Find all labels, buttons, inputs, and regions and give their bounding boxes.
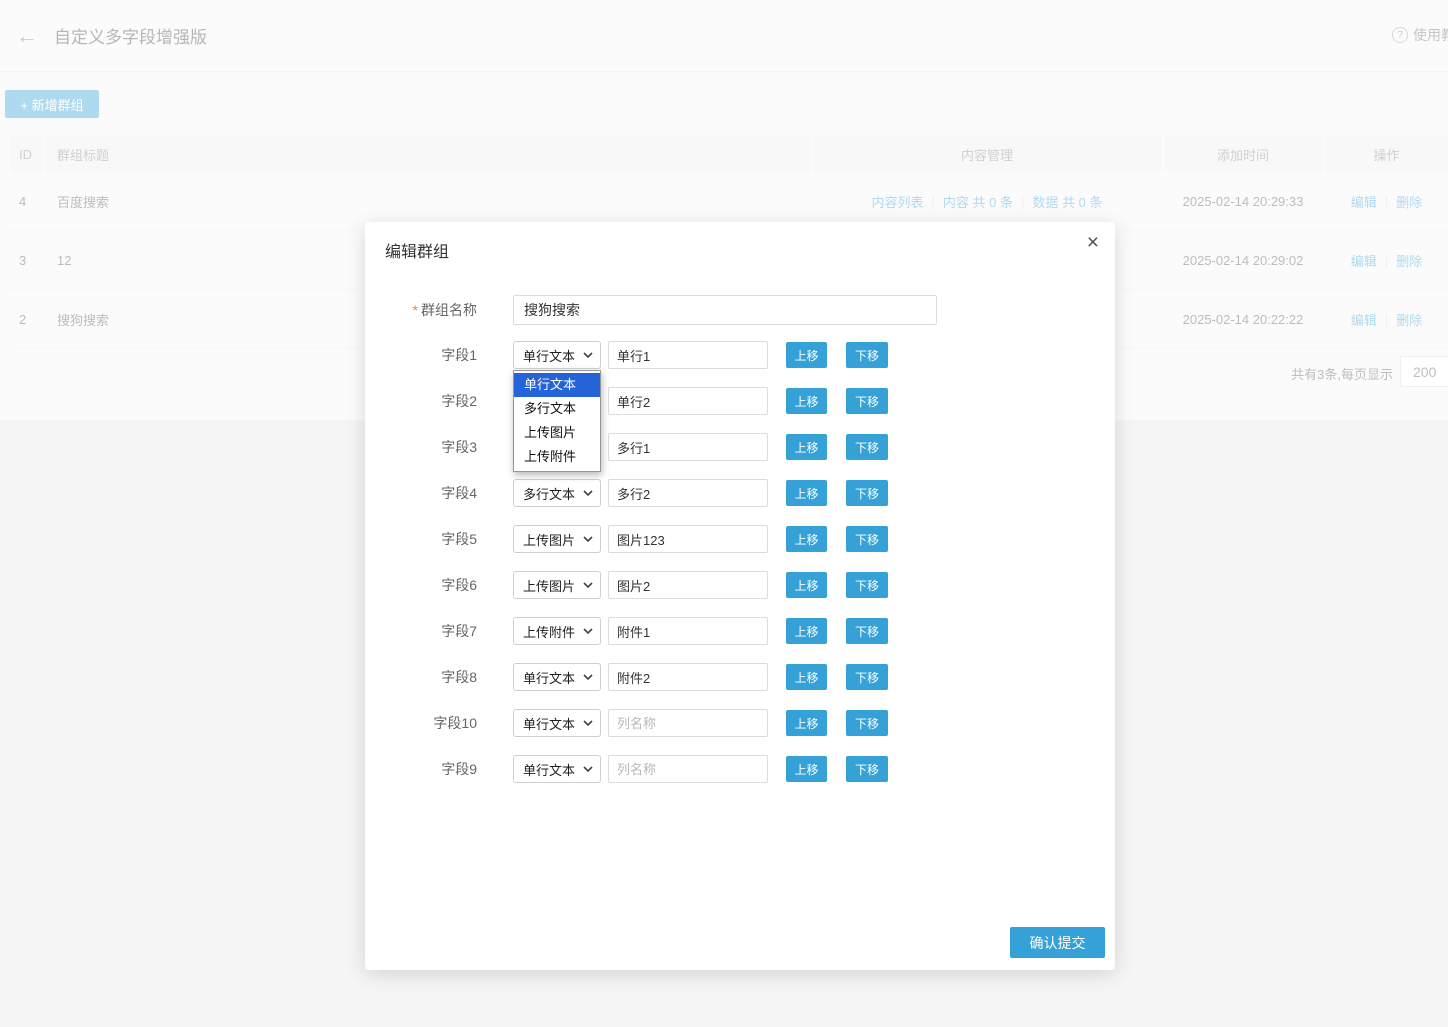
field-type-value: 单行文本 xyxy=(523,714,575,733)
move-down-button[interactable]: 下移 xyxy=(846,572,888,598)
field-type-select[interactable]: 上传图片 xyxy=(513,571,601,599)
field-type-value: 单行文本 xyxy=(523,760,575,779)
field-label: 字段2 xyxy=(385,391,513,411)
move-up-button[interactable]: 上移 xyxy=(786,480,827,506)
dropdown-option[interactable]: 单行文本 xyxy=(514,373,600,397)
field-label: 字段6 xyxy=(385,575,513,595)
field-name-input[interactable] xyxy=(608,433,768,461)
move-down-button[interactable]: 下移 xyxy=(846,526,888,552)
field-row: 字段6 上传图片 上移 下移 xyxy=(385,571,1095,599)
field-row: 字段7 上传附件 上移 下移 xyxy=(385,617,1095,645)
field-row: 字段9 单行文本 上移 下移 xyxy=(385,755,1095,783)
move-up-button[interactable]: 上移 xyxy=(786,756,827,782)
field-type-value: 多行文本 xyxy=(523,484,575,503)
field-type-value: 单行文本 xyxy=(523,668,575,687)
move-down-button[interactable]: 下移 xyxy=(846,756,888,782)
chevron-down-icon xyxy=(583,628,593,634)
field-label: 字段10 xyxy=(385,713,513,733)
field-row: 字段1 单行文本 上移 下移 xyxy=(385,341,1095,369)
chevron-down-icon xyxy=(583,490,593,496)
required-asterisk: * xyxy=(413,302,418,318)
chevron-down-icon xyxy=(583,674,593,680)
confirm-submit-button[interactable]: 确认提交 xyxy=(1010,927,1105,958)
field-type-select[interactable]: 单行文本 xyxy=(513,755,601,783)
move-down-button[interactable]: 下移 xyxy=(846,710,888,736)
field-type-dropdown-menu: 单行文本 多行文本 上传图片 上传附件 xyxy=(513,370,601,472)
move-down-button[interactable]: 下移 xyxy=(846,388,888,414)
field-name-input[interactable] xyxy=(608,571,768,599)
field-type-select[interactable]: 多行文本 xyxy=(513,479,601,507)
move-up-button[interactable]: 上移 xyxy=(786,434,827,460)
chevron-down-icon xyxy=(583,766,593,772)
fields-list: 单行文本 多行文本 上传图片 上传附件 字段1 单行文本 上移 下移 字段2 上… xyxy=(385,341,1095,783)
field-name-input[interactable] xyxy=(608,525,768,553)
move-up-button[interactable]: 上移 xyxy=(786,526,827,552)
field-row: 字段3 上移 下移 xyxy=(385,433,1095,461)
group-name-label-text: 群组名称 xyxy=(421,302,477,318)
close-icon[interactable]: × xyxy=(1087,232,1099,253)
dropdown-option[interactable]: 上传附件 xyxy=(514,445,600,469)
chevron-down-icon xyxy=(583,536,593,542)
field-type-value: 上传图片 xyxy=(523,576,575,595)
field-type-select[interactable]: 单行文本 xyxy=(513,709,601,737)
chevron-down-icon xyxy=(583,352,593,358)
field-type-value: 上传图片 xyxy=(523,530,575,549)
edit-group-modal: 编辑群组 × *群组名称 单行文本 多行文本 上传图片 上传附件 字段1 单行文… xyxy=(365,222,1115,970)
move-down-button[interactable]: 下移 xyxy=(846,342,888,368)
field-type-value: 上传附件 xyxy=(523,622,575,641)
field-type-select[interactable]: 单行文本 xyxy=(513,663,601,691)
field-label: 字段7 xyxy=(385,621,513,641)
move-down-button[interactable]: 下移 xyxy=(846,480,888,506)
move-up-button[interactable]: 上移 xyxy=(786,572,827,598)
field-name-input[interactable] xyxy=(608,341,768,369)
move-up-button[interactable]: 上移 xyxy=(786,388,827,414)
field-label: 字段4 xyxy=(385,483,513,503)
move-up-button[interactable]: 上移 xyxy=(786,342,827,368)
field-name-input[interactable] xyxy=(608,387,768,415)
edit-group-form: *群组名称 单行文本 多行文本 上传图片 上传附件 字段1 单行文本 上移 下移… xyxy=(385,295,1095,783)
group-name-row: *群组名称 xyxy=(385,295,1095,325)
field-row: 字段10 单行文本 上移 下移 xyxy=(385,709,1095,737)
field-row: 字段5 上传图片 上移 下移 xyxy=(385,525,1095,553)
modal-title: 编辑群组 xyxy=(385,238,1095,262)
move-down-button[interactable]: 下移 xyxy=(846,664,888,690)
field-label: 字段1 xyxy=(385,345,513,365)
move-down-button[interactable]: 下移 xyxy=(846,618,888,644)
move-down-button[interactable]: 下移 xyxy=(846,434,888,460)
field-name-input[interactable] xyxy=(608,663,768,691)
move-up-button[interactable]: 上移 xyxy=(786,664,827,690)
field-name-input[interactable] xyxy=(608,479,768,507)
field-row: 字段4 多行文本 上移 下移 xyxy=(385,479,1095,507)
field-type-select[interactable]: 上传图片 xyxy=(513,525,601,553)
group-name-label: *群组名称 xyxy=(385,300,513,320)
chevron-down-icon xyxy=(583,582,593,588)
group-name-input[interactable] xyxy=(513,295,937,325)
field-label: 字段3 xyxy=(385,437,513,457)
field-row: 字段2 上移 下移 xyxy=(385,387,1095,415)
field-type-select[interactable]: 单行文本 xyxy=(513,341,601,369)
dropdown-option[interactable]: 上传图片 xyxy=(514,421,600,445)
field-name-input[interactable] xyxy=(608,617,768,645)
field-label: 字段5 xyxy=(385,529,513,549)
dropdown-option[interactable]: 多行文本 xyxy=(514,397,600,421)
chevron-down-icon xyxy=(583,720,593,726)
move-up-button[interactable]: 上移 xyxy=(786,710,827,736)
field-name-input[interactable] xyxy=(608,755,768,783)
field-type-value: 单行文本 xyxy=(523,346,575,365)
field-label: 字段8 xyxy=(385,667,513,687)
field-label: 字段9 xyxy=(385,759,513,779)
move-up-button[interactable]: 上移 xyxy=(786,618,827,644)
field-row: 字段8 单行文本 上移 下移 xyxy=(385,663,1095,691)
field-type-select[interactable]: 上传附件 xyxy=(513,617,601,645)
field-name-input[interactable] xyxy=(608,709,768,737)
